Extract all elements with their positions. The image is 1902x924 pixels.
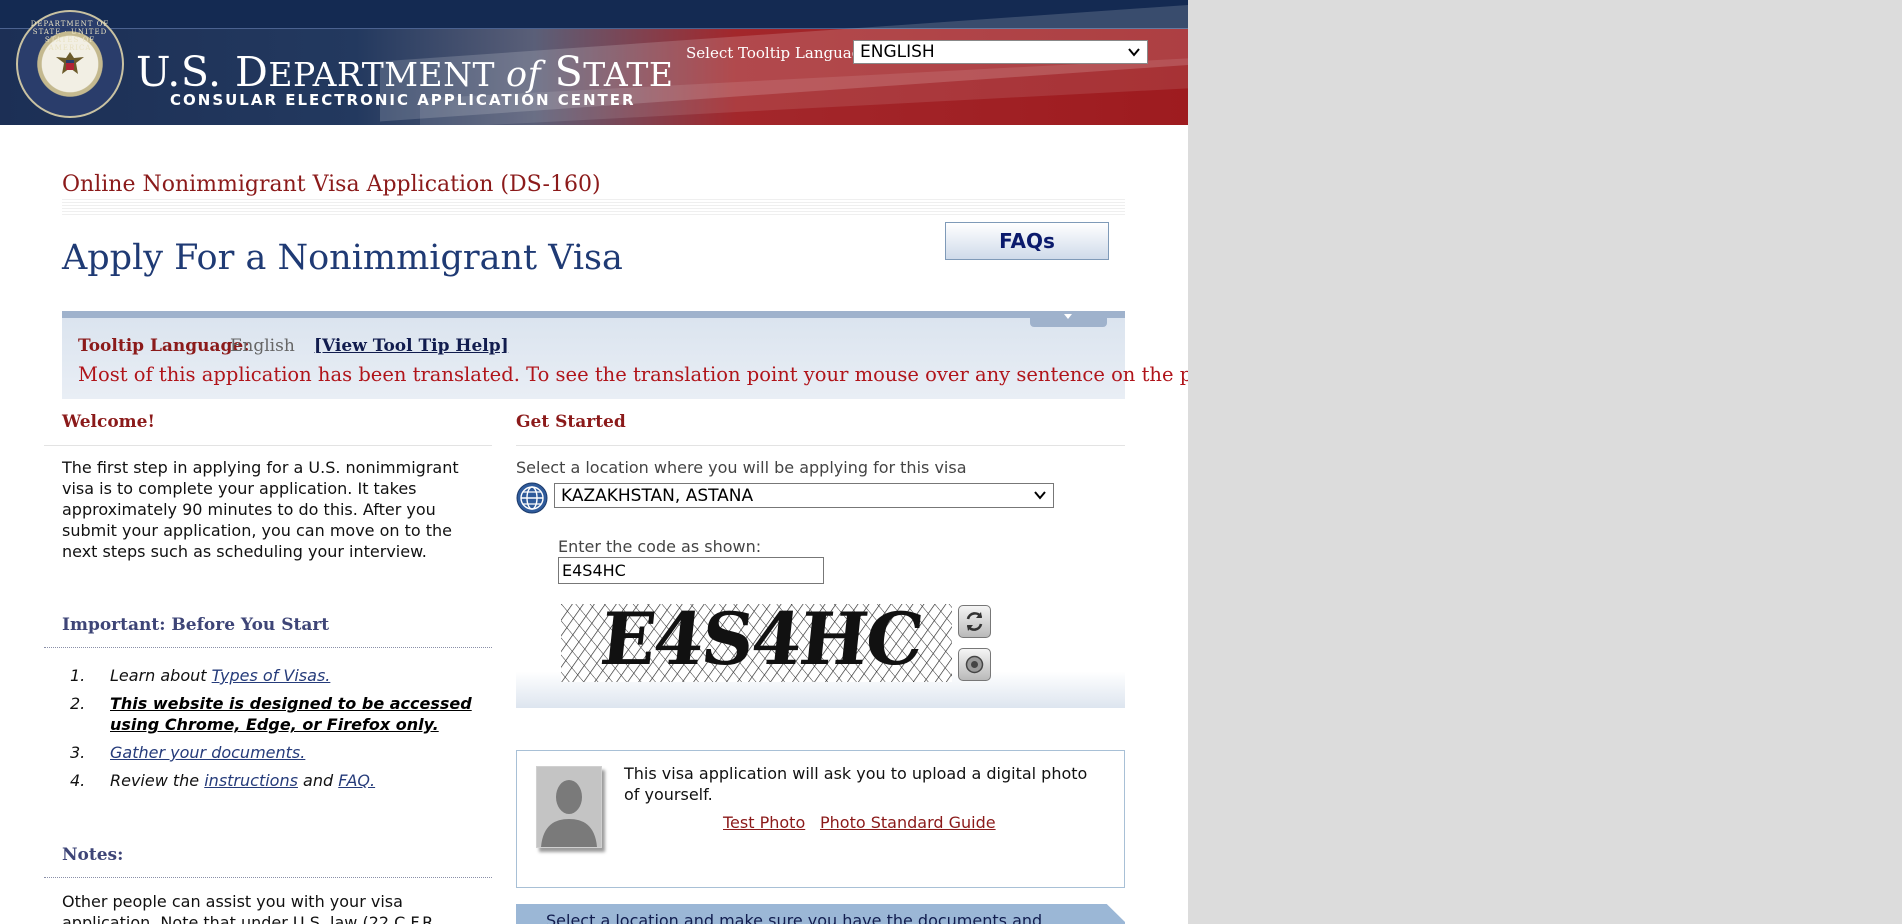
location-notice-text: Select a location and make sure you have… bbox=[546, 911, 1043, 924]
dept-title-of: of bbox=[506, 55, 542, 95]
tooltip-language-value: ENGLISH bbox=[860, 42, 935, 62]
person-silhouette-icon bbox=[537, 767, 601, 847]
eagle-icon bbox=[56, 52, 84, 74]
chevron-down-icon bbox=[1128, 48, 1140, 57]
ceac-subtitle: CONSULAR ELECTRONIC APPLICATION CENTER bbox=[170, 91, 636, 109]
header-banner: DEPARTMENT OF STATE · UNITED STATES OF A… bbox=[0, 0, 1188, 125]
chevron-down-icon bbox=[1034, 491, 1046, 500]
application-title: Online Nonimmigrant Visa Application (DS… bbox=[62, 172, 601, 197]
list-item-number: 2. bbox=[70, 694, 86, 713]
location-label: Select a location where you will be appl… bbox=[516, 458, 967, 477]
refresh-icon bbox=[966, 612, 983, 631]
tooltip-language-select[interactable]: ENGLISH bbox=[853, 40, 1148, 64]
department-seal-logo: DEPARTMENT OF STATE · UNITED STATES OF A… bbox=[16, 10, 124, 118]
captcha-audio-button[interactable] bbox=[958, 648, 991, 681]
dept-title-part: U.S. D bbox=[136, 48, 269, 96]
caret-down-icon bbox=[1064, 314, 1072, 319]
department-title: U.S. DEPARTMENT of STATE bbox=[136, 48, 674, 96]
notes-divider bbox=[44, 877, 492, 878]
list-item: 2. This website is designed to be access… bbox=[68, 693, 488, 735]
notes-heading: Notes: bbox=[62, 845, 124, 865]
get-started-divider bbox=[516, 445, 1125, 446]
speaker-icon bbox=[965, 655, 984, 674]
dept-title-part: TATE bbox=[583, 55, 674, 94]
list-item-text: Learn about bbox=[110, 666, 212, 685]
list-item-text: Review the bbox=[110, 771, 205, 790]
page-title: Apply For a Nonimmigrant Visa bbox=[62, 238, 623, 278]
important-divider bbox=[44, 647, 492, 648]
title-divider bbox=[62, 199, 1125, 217]
list-item-text: and bbox=[297, 771, 339, 790]
test-photo-link[interactable]: Test Photo bbox=[723, 813, 805, 832]
gather-documents-link[interactable]: Gather your documents. bbox=[110, 743, 305, 762]
location-select[interactable]: KAZAKHSTAN, ASTANA bbox=[554, 483, 1054, 508]
view-tooltip-help-link[interactable]: [View Tool Tip Help] bbox=[314, 336, 509, 356]
captcha-refresh-button[interactable] bbox=[958, 605, 991, 638]
list-item: 4. Review the instructions and FAQ. bbox=[68, 770, 488, 791]
captcha-glyphs: E4S4HC bbox=[596, 604, 926, 681]
list-item: 3. Gather your documents. bbox=[68, 742, 488, 763]
captcha-image: E4S4HC bbox=[561, 604, 952, 682]
faqs-button[interactable]: FAQs bbox=[945, 222, 1109, 260]
instructions-link[interactable]: instructions bbox=[204, 771, 298, 790]
captcha-code-label: Enter the code as shown: bbox=[558, 537, 762, 556]
list-item: 1. Learn about Types of Visas. bbox=[68, 665, 488, 686]
welcome-text: The first step in applying for a U.S. no… bbox=[62, 458, 459, 561]
notes-text: Other people can assist you with your vi… bbox=[62, 892, 438, 924]
list-item-number: 1. bbox=[70, 666, 86, 685]
before-you-start-list: 1. Learn about Types of Visas. 2. This w… bbox=[68, 665, 488, 798]
tooltip-language-label: Select Tooltip Language bbox=[686, 44, 871, 62]
tooltip-panel-collapse-tab[interactable] bbox=[1030, 311, 1107, 327]
types-of-visas-link[interactable]: Types of Visas. bbox=[212, 666, 331, 685]
photo-upload-text: This visa application will ask you to up… bbox=[624, 764, 1088, 804]
tooltip-language-heading: Tooltip Language: bbox=[78, 336, 250, 356]
get-started-heading: Get Started bbox=[516, 412, 626, 432]
tooltip-language-current: English bbox=[230, 336, 295, 356]
globe-icon bbox=[516, 482, 548, 514]
faq-link[interactable]: FAQ. bbox=[338, 771, 375, 790]
avatar bbox=[536, 766, 602, 848]
important-heading: Important: Before You Start bbox=[62, 615, 330, 635]
welcome-heading: Welcome! bbox=[62, 412, 155, 432]
dept-title-part: S bbox=[541, 48, 584, 96]
welcome-divider bbox=[44, 445, 492, 446]
captcha-code-input[interactable]: E4S4HC bbox=[558, 557, 824, 584]
browser-support-link[interactable]: This website is designed to be accessed … bbox=[110, 694, 472, 734]
translation-message: Most of this application has been transl… bbox=[78, 363, 1188, 386]
location-select-value: KAZAKHSTAN, ASTANA bbox=[561, 486, 754, 506]
photo-standard-guide-link[interactable]: Photo Standard Guide bbox=[820, 813, 996, 832]
page: DEPARTMENT OF STATE · UNITED STATES OF A… bbox=[0, 0, 1188, 924]
list-item-number: 3. bbox=[70, 743, 86, 762]
dept-title-part: EPARTMENT bbox=[268, 55, 507, 94]
list-item-number: 4. bbox=[70, 771, 86, 790]
